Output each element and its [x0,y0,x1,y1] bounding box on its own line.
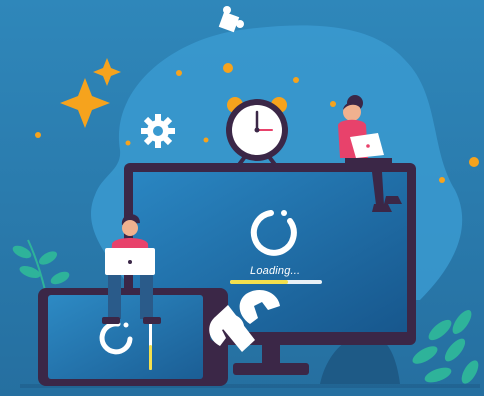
illustration-canvas [0,0,484,396]
man-leg-left [108,275,121,319]
man-head [122,220,138,236]
loading-label: Loading... [250,265,301,277]
phone-device [38,288,228,386]
loading-progress-fill [230,280,288,284]
phone-screen [48,295,203,379]
gear-icon [141,114,175,148]
phone-progress-bar [149,322,152,370]
loading-illustration: Loading... [0,0,484,396]
loading-progress-bar [230,280,322,284]
monitor-base [233,363,309,375]
monitor-neck [262,345,280,365]
man-leg-right [140,275,153,319]
